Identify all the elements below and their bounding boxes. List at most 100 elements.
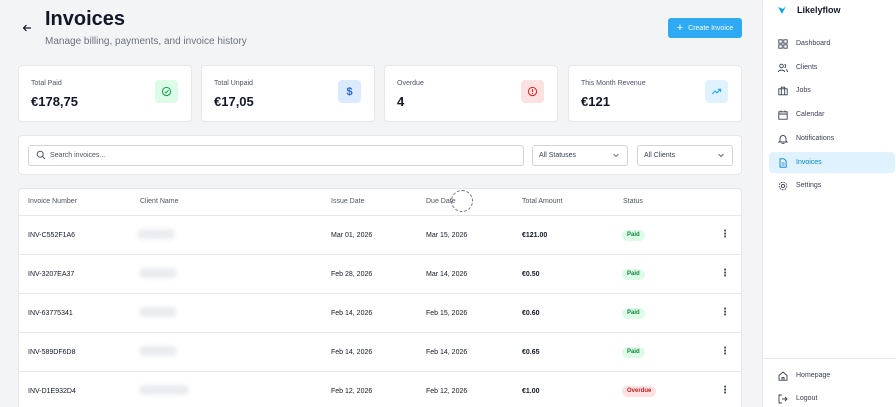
search-placeholder: Search invoices...: [50, 152, 106, 159]
table-row[interactable]: INV-D1E932D4 Feb 12, 2026 Feb 12, 2026 €…: [19, 371, 741, 407]
page-subtitle: Manage billing, payments, and invoice hi…: [45, 36, 247, 47]
search-icon: [36, 150, 46, 160]
more-vertical-icon[interactable]: ⋮: [720, 384, 730, 398]
client-name-redacted: [139, 385, 189, 395]
sidebar: Likelyflow Dashboard Clients Jobs Calend…: [762, 0, 896, 407]
stat-card-overdue: Overdue 4: [384, 65, 558, 122]
plus-icon: +: [676, 22, 684, 34]
search-input[interactable]: Search invoices...: [28, 145, 524, 166]
brand[interactable]: Likelyflow: [777, 3, 841, 17]
client-filter-select[interactable]: All Clients: [637, 145, 733, 166]
sidebar-item-logout[interactable]: Logout: [769, 388, 895, 407]
sidebar-item-settings[interactable]: Settings: [769, 175, 895, 196]
total-amount: €0.60: [522, 310, 540, 317]
chevron-down-icon: [613, 153, 619, 158]
chevron-down-icon: [718, 153, 724, 158]
total-amount: €0.50: [522, 271, 540, 278]
sidebar-item-label: Jobs: [796, 87, 811, 94]
dollar-icon: $: [338, 80, 361, 103]
briefcase-icon: [778, 86, 788, 95]
filter-bar: Search invoices... All Statuses All Clie…: [18, 135, 742, 175]
issue-date: Feb 14, 2026: [331, 349, 373, 356]
stat-value: €178,75: [31, 94, 78, 109]
total-amount: €1.00: [522, 388, 540, 395]
create-invoice-button[interactable]: + Create Invoice: [668, 18, 742, 38]
gear-icon: [778, 181, 788, 190]
client-name-redacted: [139, 346, 177, 356]
status-badge: Paid: [622, 269, 645, 280]
more-vertical-icon[interactable]: ⋮: [720, 267, 730, 281]
calendar-icon: [778, 110, 788, 120]
more-vertical-icon[interactable]: ⋮: [720, 345, 730, 359]
sidebar-item-label: Homepage: [796, 372, 831, 379]
client-filter-value: All Clients: [644, 152, 676, 159]
table-row[interactable]: INV-63775341 Feb 14, 2026 Feb 15, 2026 €…: [19, 293, 741, 332]
bell-icon: [778, 134, 788, 144]
issue-date: Feb 12, 2026: [331, 388, 373, 395]
sidebar-item-invoices[interactable]: Invoices: [769, 152, 895, 173]
status-badge: Paid: [622, 230, 645, 241]
stat-label: Overdue: [397, 80, 424, 87]
status-filter-select[interactable]: All Statuses: [532, 145, 628, 166]
column-header[interactable]: Invoice Number: [28, 198, 77, 205]
status-filter-value: All Statuses: [539, 152, 576, 159]
brand-name: Likelyflow: [797, 5, 841, 15]
column-header[interactable]: Client Name: [140, 198, 179, 205]
status-badge: Paid: [622, 347, 645, 358]
logo-icon: [778, 6, 786, 14]
sidebar-item-dashboard[interactable]: Dashboard: [769, 33, 895, 54]
client-name-redacted: [137, 229, 175, 239]
stat-label: Total Paid: [31, 80, 62, 87]
invoice-number: INV-D1E932D4: [28, 388, 76, 395]
total-amount: €0.65: [522, 349, 540, 356]
trending-up-icon: [705, 80, 728, 103]
sidebar-item-clients[interactable]: Clients: [769, 57, 895, 78]
sidebar-item-jobs[interactable]: Jobs: [769, 80, 895, 101]
stats-cards: Total Paid €178,75 Total Unpaid €17,05 $…: [18, 65, 742, 122]
sidebar-item-label: Logout: [796, 395, 818, 402]
sidebar-item-homepage[interactable]: Homepage: [769, 365, 895, 386]
invoice-number: INV-63775341: [28, 310, 73, 317]
client-name-redacted: [139, 307, 177, 317]
sidebar-item-label: Notifications: [796, 135, 835, 142]
back-arrow-icon[interactable]: [22, 22, 36, 36]
invoice-number: INV-C552F1A6: [28, 232, 76, 239]
sidebar-item-label: Calendar: [796, 111, 825, 118]
stat-card-total-paid: Total Paid €178,75: [18, 65, 192, 122]
file-icon: [779, 157, 787, 168]
status-badge: Paid: [622, 308, 645, 319]
sidebar-item-calendar[interactable]: Calendar: [769, 104, 895, 125]
column-header[interactable]: Total Amount: [522, 198, 562, 205]
table-row[interactable]: INV-C552F1A6 Mar 01, 2026 Mar 15, 2026 €…: [19, 215, 741, 254]
sidebar-item-label: Settings: [796, 182, 822, 189]
due-date: Feb 15, 2026: [426, 310, 468, 317]
invoices-table: Invoice Number Client Name Issue Date Du…: [18, 188, 742, 407]
due-date: Mar 15, 2026: [426, 232, 468, 239]
total-amount: €121.00: [522, 232, 548, 239]
logout-icon: [778, 394, 788, 403]
sidebar-item-label: Clients: [796, 64, 818, 71]
column-header[interactable]: Issue Date: [331, 198, 364, 205]
alert-circle-icon: [521, 80, 544, 103]
table-row[interactable]: INV-589DF6D8 Feb 14, 2026 Feb 14, 2026 €…: [19, 332, 741, 371]
due-date: Mar 14, 2026: [426, 271, 468, 278]
users-icon: [778, 63, 788, 72]
grid-icon: [778, 38, 788, 49]
more-vertical-icon[interactable]: ⋮: [720, 228, 730, 242]
table-row[interactable]: INV-3207EA37 Feb 28, 2026 Mar 14, 2026 €…: [19, 254, 741, 293]
check-circle-icon: [155, 80, 178, 103]
stat-label: Total Unpaid: [214, 80, 253, 87]
status-badge: Overdue: [622, 386, 657, 397]
column-header[interactable]: Status: [623, 198, 643, 205]
stat-value: €121: [581, 94, 610, 109]
sidebar-item-notifications[interactable]: Notifications: [769, 128, 895, 149]
stat-label: This Month Revenue: [581, 80, 646, 87]
sidebar-item-label: Dashboard: [796, 40, 831, 47]
home-icon: [778, 370, 788, 381]
invoice-number: INV-3207EA37: [28, 271, 75, 278]
client-name-redacted: [139, 268, 177, 278]
more-vertical-icon[interactable]: ⋮: [720, 306, 730, 320]
due-date: Feb 12, 2026: [426, 388, 468, 395]
invoice-number: INV-589DF6D8: [28, 349, 76, 356]
sidebar-item-label: Invoices: [796, 159, 822, 166]
